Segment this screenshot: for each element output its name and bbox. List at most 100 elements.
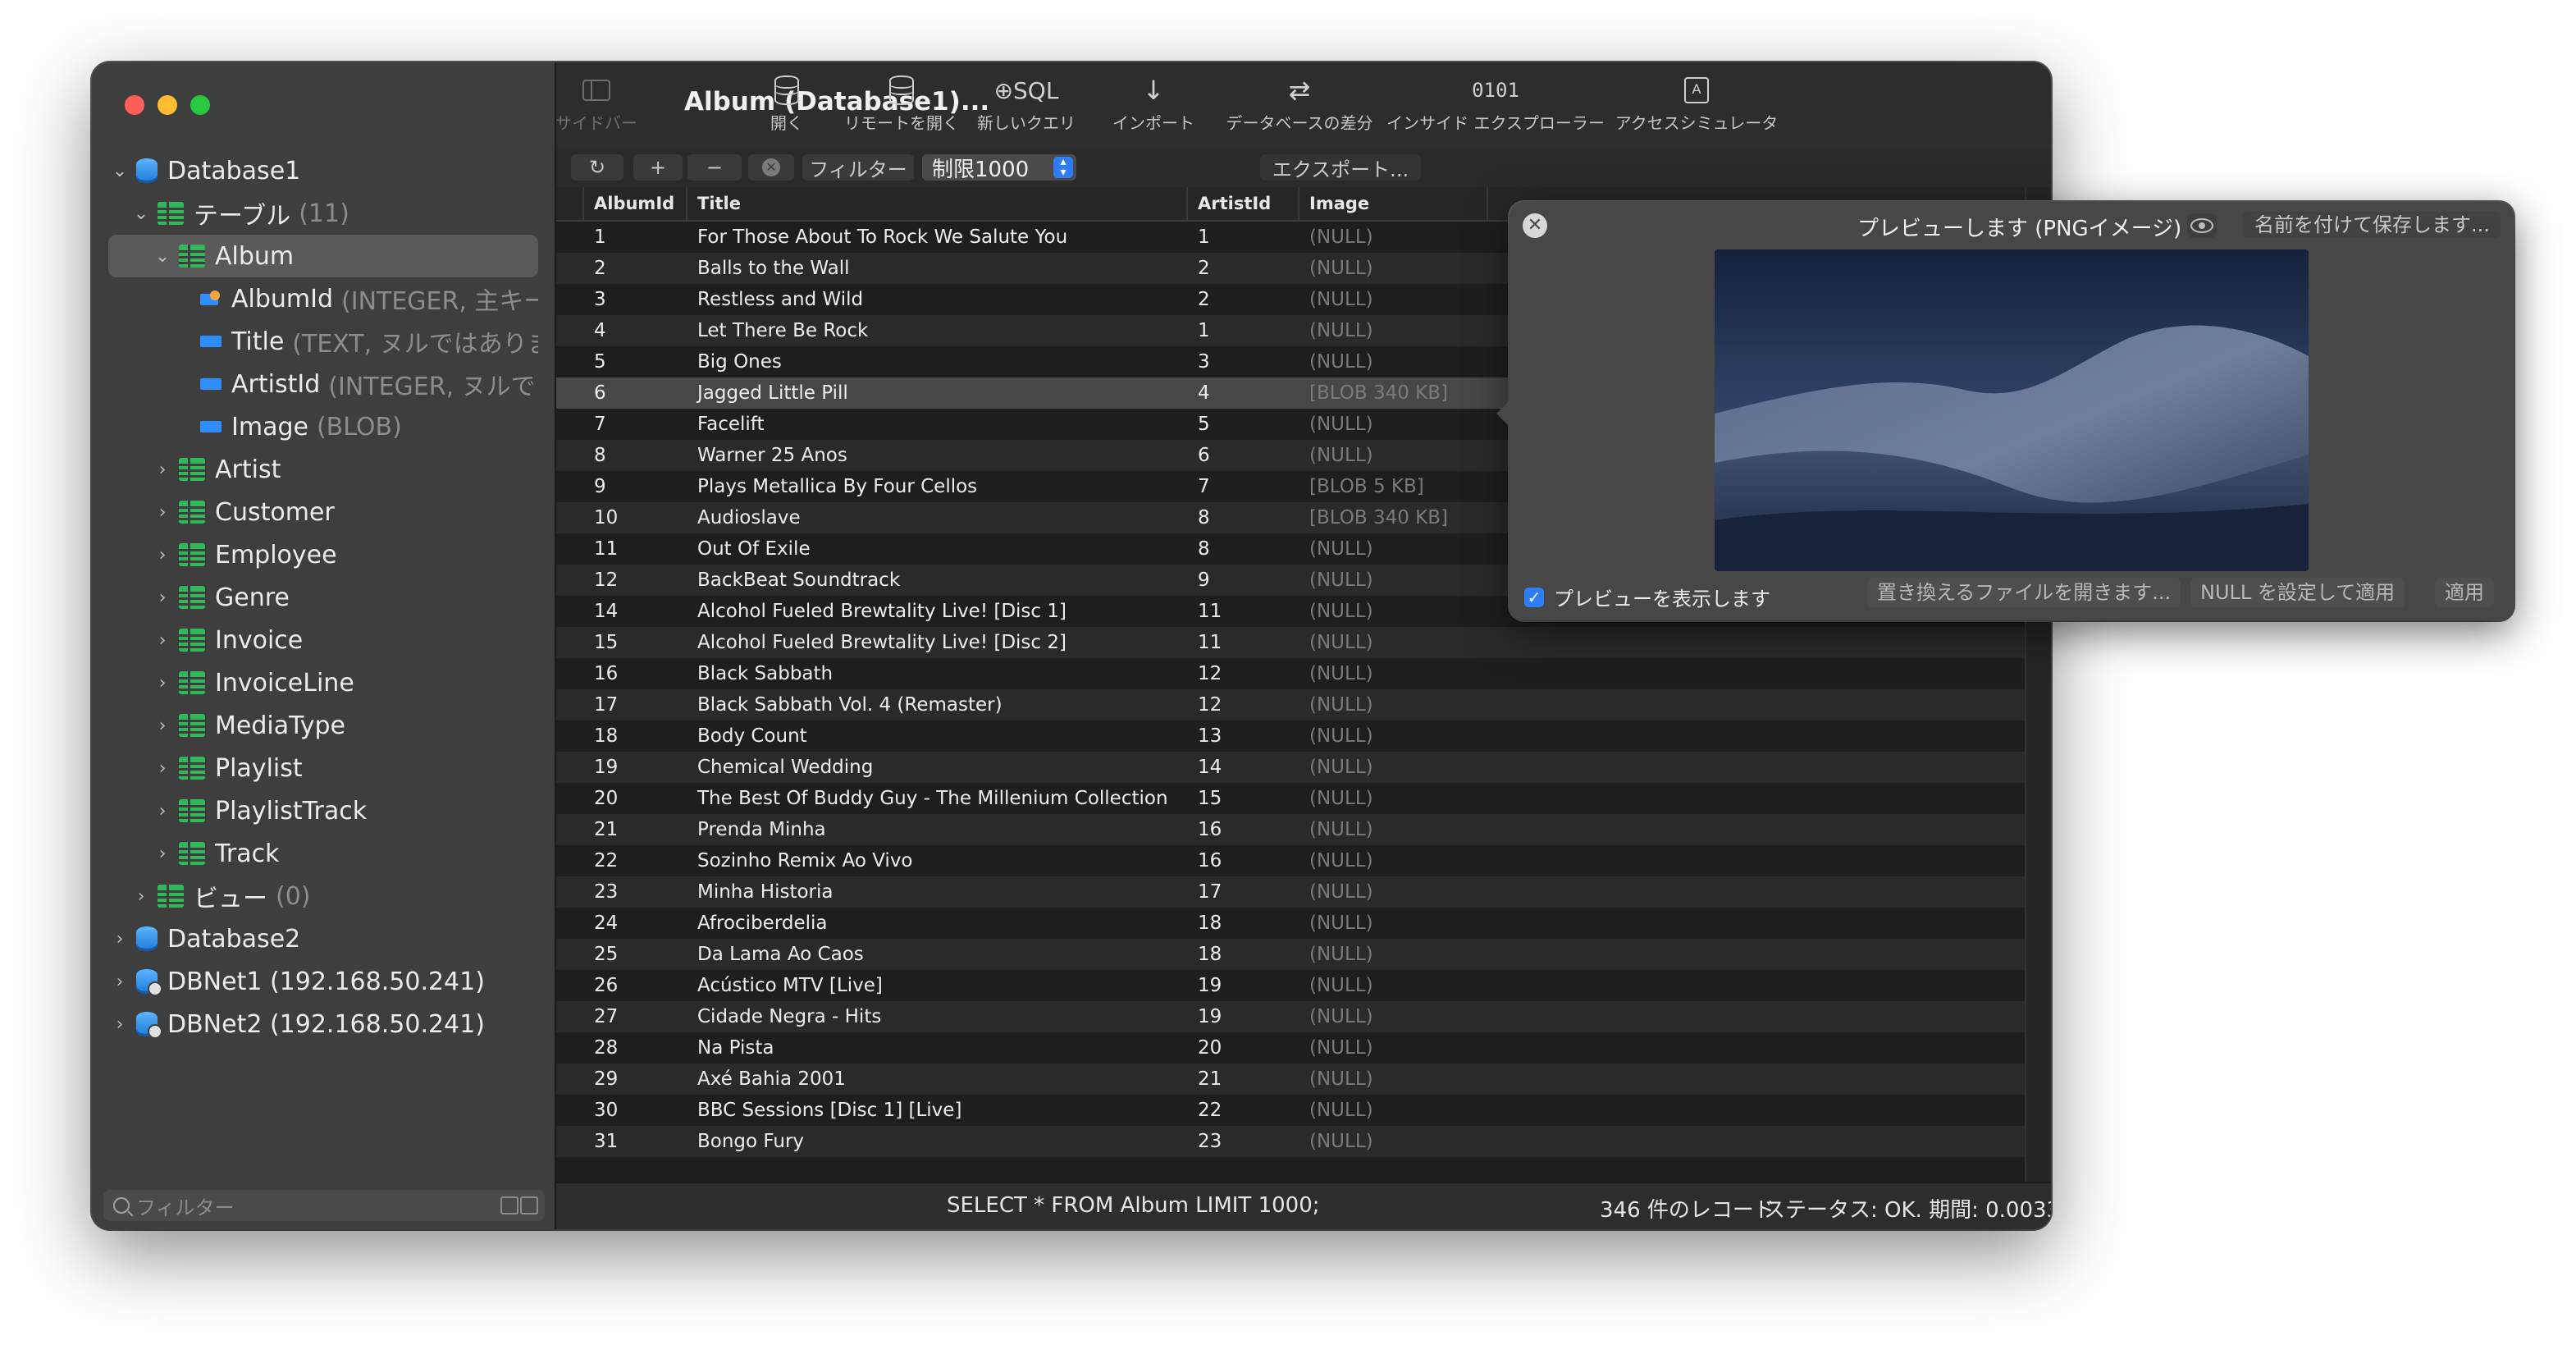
tree-item[interactable]: › MediaType [108, 704, 538, 747]
row-handle[interactable] [556, 440, 584, 471]
table-cell[interactable]: Audioslave [687, 502, 1188, 533]
row-handle[interactable] [556, 1001, 584, 1032]
table-cell[interactable]: Acústico MTV [Live] [687, 970, 1188, 1001]
table-cell[interactable]: 21 [1188, 1064, 1299, 1095]
table-cell[interactable]: 14 [584, 596, 687, 627]
table-cell[interactable]: 18 [1188, 939, 1299, 970]
table-cell[interactable]: 16 [584, 658, 687, 689]
table-row[interactable]: 17 Black Sabbath Vol. 4 (Remaster) 12 (NULL… [556, 689, 2028, 720]
table-cell[interactable]: 9 [584, 471, 687, 502]
table-cell[interactable]: 10 [584, 502, 687, 533]
table-cell[interactable]: Na Pista [687, 1032, 1188, 1064]
table-cell[interactable]: 4 [584, 315, 687, 346]
table-cell[interactable]: 18 [1188, 908, 1299, 939]
row-handle[interactable] [556, 720, 584, 752]
table-cell[interactable]: (NULL) [1299, 596, 1488, 627]
table-cell[interactable]: 15 [1188, 783, 1299, 814]
table-cell[interactable]: Bongo Fury [687, 1126, 1188, 1157]
table-cell[interactable]: (NULL) [1299, 315, 1488, 346]
table-cell[interactable]: (NULL) [1299, 939, 1488, 970]
row-handle[interactable] [556, 222, 584, 253]
import-button[interactable]: ↓ インポート [1106, 72, 1201, 134]
column-header[interactable]: Title [687, 187, 1188, 220]
table-cell[interactable]: 3 [1188, 346, 1299, 377]
table-row[interactable]: 15 Alcohol Fueled Brewtality Live! [Disc … [556, 627, 2028, 658]
table-cell[interactable]: 27 [584, 1001, 687, 1032]
tree-item[interactable]: Image (BLOB) [108, 405, 538, 448]
table-cell[interactable]: 1 [1188, 315, 1299, 346]
tree-item[interactable]: › Invoice [108, 619, 538, 661]
row-handle[interactable] [556, 315, 584, 346]
table-cell[interactable]: Chemical Wedding [687, 752, 1188, 783]
sidebar-toggle-button[interactable]: サイドバー [555, 72, 637, 134]
sidebar-filter-placeholder[interactable]: フィルター [136, 1192, 235, 1220]
row-handle[interactable] [556, 565, 584, 596]
table-row[interactable]: 18 Body Count 13 (NULL) [556, 720, 2028, 752]
table-row[interactable]: 28 Na Pista 20 (NULL) [556, 1032, 2028, 1064]
table-cell[interactable]: Axé Bahia 2001 [687, 1064, 1188, 1095]
table-cell[interactable]: 7 [584, 409, 687, 440]
table-cell[interactable]: 19 [1188, 1001, 1299, 1032]
limit-select[interactable]: 制限1000 ▴ ▾ [922, 154, 1076, 182]
tree-item[interactable]: › ビュー (0) [108, 875, 538, 917]
table-cell[interactable]: 29 [584, 1064, 687, 1095]
chevron-right-icon[interactable]: › [108, 929, 131, 949]
table-cell[interactable]: Body Count [687, 720, 1188, 752]
chevron-right-icon[interactable]: › [130, 886, 153, 907]
table-cell[interactable]: 19 [584, 752, 687, 783]
minimize-window-button[interactable] [158, 95, 177, 115]
row-handle[interactable] [556, 1032, 584, 1064]
table-cell[interactable]: 15 [584, 627, 687, 658]
row-handle[interactable] [556, 471, 584, 502]
stepper-icon[interactable]: ▴ ▾ [1053, 156, 1073, 178]
show-preview-checkbox[interactable]: ✓ プレビューを表示します [1524, 583, 1770, 611]
tree-item[interactable]: › Employee [108, 533, 538, 576]
tree-item[interactable]: › Artist [108, 448, 538, 491]
tree-item[interactable]: › DBNet1 (192.168.50.241) [108, 960, 538, 1003]
table-cell[interactable]: Warner 25 Anos [687, 440, 1188, 471]
table-cell[interactable]: 17 [1188, 876, 1299, 908]
table-cell[interactable]: (NULL) [1299, 565, 1488, 596]
table-cell[interactable]: 2 [1188, 253, 1299, 284]
table-cell[interactable]: 23 [1188, 1126, 1299, 1157]
table-row[interactable]: 16 Black Sabbath 12 (NULL) [556, 658, 2028, 689]
table-cell[interactable]: (NULL) [1299, 752, 1488, 783]
filter-button[interactable]: フィルター [802, 154, 914, 181]
access-simulator-button[interactable]: A アクセスシミュレータ [1615, 72, 1779, 134]
table-cell[interactable]: (NULL) [1299, 284, 1488, 315]
filter-options-icon[interactable] [500, 1196, 538, 1214]
table-cell[interactable]: 17 [584, 689, 687, 720]
tree-item[interactable]: › PlaylistTrack [108, 789, 538, 832]
chevron-right-icon[interactable]: › [151, 844, 174, 864]
table-cell[interactable]: Black Sabbath [687, 658, 1188, 689]
table-cell[interactable]: Prenda Minha [687, 814, 1188, 845]
chevron-right-icon[interactable]: › [108, 972, 131, 992]
table-row[interactable]: 21 Prenda Minha 16 (NULL) [556, 814, 2028, 845]
table-cell[interactable]: (NULL) [1299, 845, 1488, 876]
row-handle[interactable] [556, 533, 584, 565]
row-handle[interactable] [556, 596, 584, 627]
tree-item[interactable]: ⌄ テーブル (11) [108, 192, 538, 235]
row-handle[interactable] [556, 845, 584, 876]
table-cell[interactable]: BackBeat Soundtrack [687, 565, 1188, 596]
table-row[interactable]: 25 Da Lama Ao Caos 18 (NULL) [556, 939, 2028, 970]
row-handle[interactable] [556, 627, 584, 658]
row-handle[interactable] [556, 377, 584, 409]
table-cell[interactable]: Big Ones [687, 346, 1188, 377]
table-row[interactable]: 24 Afrociberdelia 18 (NULL) [556, 908, 2028, 939]
database-diff-button[interactable]: ⇄ データベースの差分 [1217, 72, 1382, 134]
table-cell[interactable]: (NULL) [1299, 253, 1488, 284]
save-as-button[interactable]: 名前を付けて保存します... [2243, 212, 2501, 238]
table-cell[interactable]: 16 [1188, 814, 1299, 845]
row-handle[interactable] [556, 346, 584, 377]
table-cell[interactable]: 12 [1188, 689, 1299, 720]
tree-item[interactable]: ⌄ Album [108, 235, 538, 277]
table-cell[interactable]: Da Lama Ao Caos [687, 939, 1188, 970]
row-handle[interactable] [556, 1126, 584, 1157]
table-cell[interactable]: (NULL) [1299, 222, 1488, 253]
row-handle[interactable] [556, 409, 584, 440]
table-cell[interactable]: (NULL) [1299, 876, 1488, 908]
chevron-right-icon[interactable]: › [151, 758, 174, 779]
table-cell[interactable]: 25 [584, 939, 687, 970]
table-cell[interactable]: 3 [584, 284, 687, 315]
